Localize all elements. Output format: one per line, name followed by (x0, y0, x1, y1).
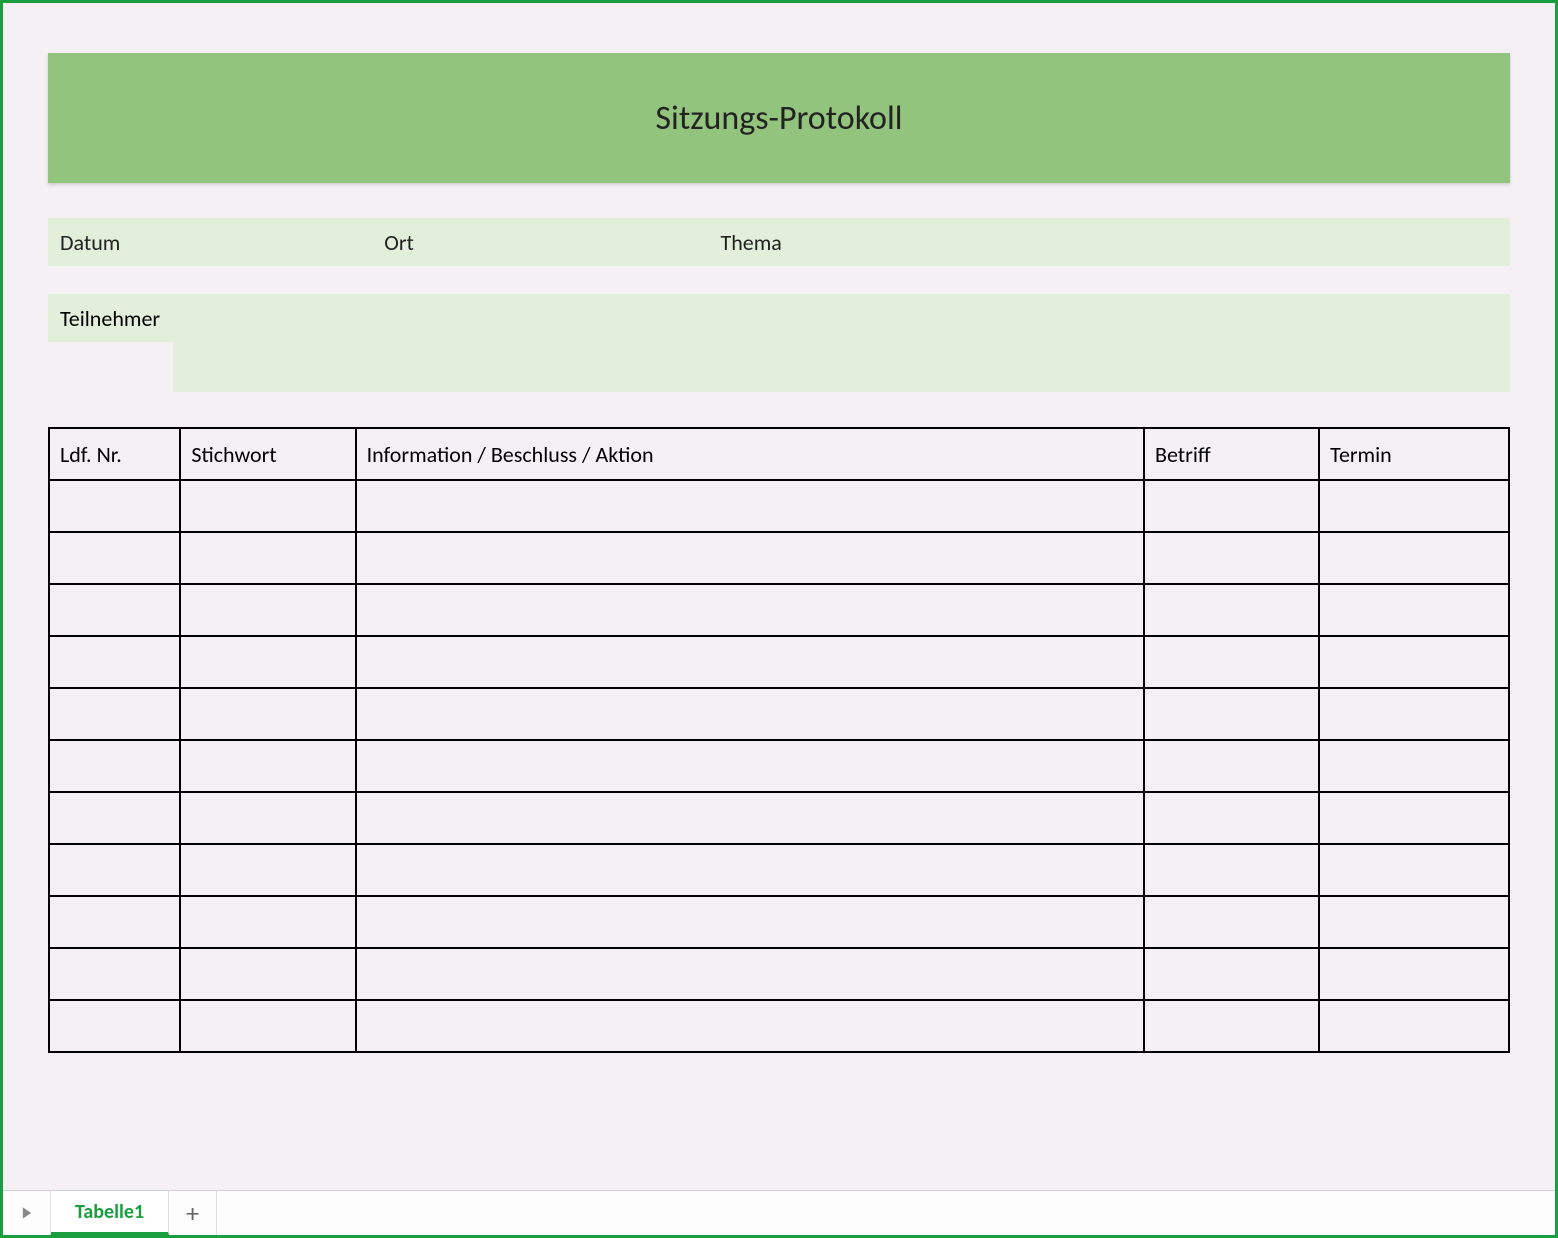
table-cell[interactable] (1319, 636, 1509, 688)
table-cell[interactable] (49, 636, 180, 688)
table-cell[interactable] (49, 896, 180, 948)
table-cell[interactable] (1319, 1000, 1509, 1052)
table-cell[interactable] (1144, 740, 1319, 792)
table-row (49, 532, 1509, 584)
table-cell[interactable] (180, 740, 355, 792)
table-cell[interactable] (1319, 480, 1509, 532)
table-row (49, 844, 1509, 896)
table-cell[interactable] (49, 584, 180, 636)
table-cell[interactable] (356, 792, 1144, 844)
teilnehmer-body[interactable] (173, 294, 1510, 392)
table-row (49, 688, 1509, 740)
table-cell[interactable] (180, 792, 355, 844)
table-row (49, 636, 1509, 688)
table-cell[interactable] (49, 532, 180, 584)
table-row (49, 740, 1509, 792)
table-cell[interactable] (49, 948, 180, 1000)
play-icon (20, 1206, 34, 1220)
table-cell[interactable] (356, 844, 1144, 896)
table-cell[interactable] (356, 688, 1144, 740)
table-cell[interactable] (356, 896, 1144, 948)
table-cell[interactable] (180, 896, 355, 948)
table-cell[interactable] (180, 636, 355, 688)
header-termin[interactable]: Termin (1319, 428, 1509, 480)
table-cell[interactable] (356, 636, 1144, 688)
table-cell[interactable] (1144, 948, 1319, 1000)
header-info[interactable]: Information / Beschluss / Aktion (356, 428, 1144, 480)
table-cell[interactable] (1144, 480, 1319, 532)
worksheet-area[interactable]: Sitzungs-Protokoll Datum Ort Thema Teiln… (3, 3, 1555, 1190)
datum-label[interactable]: Datum (48, 229, 384, 256)
table-cell[interactable] (180, 844, 355, 896)
header-nr[interactable]: Ldf. Nr. (49, 428, 180, 480)
header-betrifft[interactable]: Betriff (1144, 428, 1319, 480)
table-cell[interactable] (356, 740, 1144, 792)
table-header-row: Ldf. Nr. Stichwort Information / Beschlu… (49, 428, 1509, 480)
table-cell[interactable] (1319, 792, 1509, 844)
title-banner: Sitzungs-Protokoll (48, 53, 1510, 183)
table-cell[interactable] (1144, 792, 1319, 844)
table-cell[interactable] (1319, 532, 1509, 584)
sheet-tab-bar: Tabelle1 + (3, 1190, 1555, 1235)
table-cell[interactable] (356, 532, 1144, 584)
table-cell[interactable] (1144, 584, 1319, 636)
add-sheet-button[interactable]: + (169, 1191, 217, 1235)
table-row (49, 792, 1509, 844)
header-stichwort[interactable]: Stichwort (180, 428, 355, 480)
table-cell[interactable] (356, 948, 1144, 1000)
table-cell[interactable] (1144, 532, 1319, 584)
table-cell[interactable] (180, 532, 355, 584)
thema-label[interactable]: Thema (721, 229, 1511, 256)
table-cell[interactable] (356, 1000, 1144, 1052)
table-cell[interactable] (49, 480, 180, 532)
table-cell[interactable] (49, 1000, 180, 1052)
document-title: Sitzungs-Protokoll (655, 98, 902, 139)
table-cell[interactable] (1144, 844, 1319, 896)
table-cell[interactable] (180, 688, 355, 740)
table-body (49, 480, 1509, 1052)
table-row (49, 896, 1509, 948)
table-cell[interactable] (356, 480, 1144, 532)
table-cell[interactable] (49, 792, 180, 844)
table-cell[interactable] (180, 1000, 355, 1052)
table-cell[interactable] (180, 948, 355, 1000)
table-cell[interactable] (49, 688, 180, 740)
table-cell[interactable] (1319, 948, 1509, 1000)
table-row (49, 584, 1509, 636)
table-row (49, 948, 1509, 1000)
table-cell[interactable] (1319, 688, 1509, 740)
meta-row: Datum Ort Thema (48, 218, 1510, 266)
protocol-table: Ldf. Nr. Stichwort Information / Beschlu… (48, 427, 1510, 1053)
teilnehmer-label[interactable]: Teilnehmer (48, 294, 173, 342)
teilnehmer-block: Teilnehmer (48, 294, 1510, 392)
table-row (49, 480, 1509, 532)
table-cell[interactable] (356, 584, 1144, 636)
table-cell[interactable] (1319, 740, 1509, 792)
table-cell[interactable] (1144, 688, 1319, 740)
table-cell[interactable] (1319, 844, 1509, 896)
table-cell[interactable] (1144, 896, 1319, 948)
table-cell[interactable] (49, 740, 180, 792)
table-cell[interactable] (1319, 896, 1509, 948)
table-cell[interactable] (180, 584, 355, 636)
table-cell[interactable] (1144, 1000, 1319, 1052)
table-cell[interactable] (1319, 584, 1509, 636)
ort-label[interactable]: Ort (384, 229, 720, 256)
table-cell[interactable] (49, 844, 180, 896)
sheet-tab-active[interactable]: Tabelle1 (51, 1191, 169, 1235)
table-row (49, 1000, 1509, 1052)
sheet-nav-button[interactable] (3, 1191, 51, 1235)
table-cell[interactable] (1144, 636, 1319, 688)
table-cell[interactable] (180, 480, 355, 532)
